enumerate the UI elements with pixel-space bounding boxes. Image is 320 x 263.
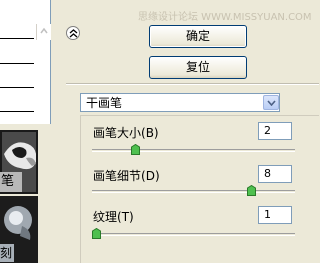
texture-label-text: 纹理 bbox=[93, 210, 118, 224]
brush-size-hotkey: (B) bbox=[141, 126, 159, 140]
reset-button[interactable]: 复位 bbox=[149, 56, 247, 79]
filter-select[interactable]: 干画笔 bbox=[80, 93, 280, 112]
ok-button[interactable]: 确定 bbox=[149, 25, 247, 48]
dropdown-button[interactable] bbox=[263, 95, 279, 110]
slider-thumb-icon[interactable] bbox=[92, 228, 101, 239]
filter-list[interactable] bbox=[0, 0, 51, 124]
thumbnail-label: 笔 bbox=[0, 172, 22, 192]
brush-detail-slider[interactable] bbox=[92, 190, 295, 193]
list-divider bbox=[0, 87, 34, 88]
brush-detail-input[interactable]: 8 bbox=[258, 165, 292, 183]
list-divider bbox=[0, 63, 34, 64]
brush-detail-label: 画笔细节(D) bbox=[93, 167, 160, 184]
chevron-down-icon bbox=[267, 100, 276, 106]
thumbnail-label: 刻 bbox=[0, 244, 14, 262]
texture-slider[interactable] bbox=[92, 233, 295, 236]
slider-thumb-icon[interactable] bbox=[130, 144, 140, 155]
panel-gap bbox=[40, 124, 51, 263]
brush-size-slider[interactable] bbox=[92, 149, 295, 152]
brush-size-input[interactable]: 2 bbox=[258, 122, 292, 140]
brush-detail-label-text: 画笔细节 bbox=[93, 169, 142, 183]
watermark: 思缘设计论坛 WWW.MISSYUAN.COM bbox=[138, 12, 312, 23]
scroll-up-icon bbox=[40, 27, 48, 34]
filter-select-value: 干画笔 bbox=[86, 96, 123, 110]
texture-input[interactable]: 1 bbox=[258, 206, 292, 224]
section-divider-highlight bbox=[66, 84, 319, 85]
list-divider bbox=[0, 38, 34, 39]
brush-size-label-text: 画笔大小 bbox=[93, 126, 142, 140]
brush-size-label: 画笔大小(B) bbox=[93, 124, 159, 141]
collapse-button[interactable] bbox=[66, 26, 80, 40]
chevron-double-up-icon bbox=[69, 29, 78, 38]
texture-hotkey: (T) bbox=[117, 210, 134, 224]
list-scrollbar[interactable] bbox=[36, 24, 51, 40]
brush-detail-hotkey: (D) bbox=[141, 169, 160, 183]
list-divider bbox=[0, 111, 34, 112]
texture-label: 纹理(T) bbox=[93, 208, 134, 225]
slider-thumb-icon[interactable] bbox=[247, 185, 257, 196]
